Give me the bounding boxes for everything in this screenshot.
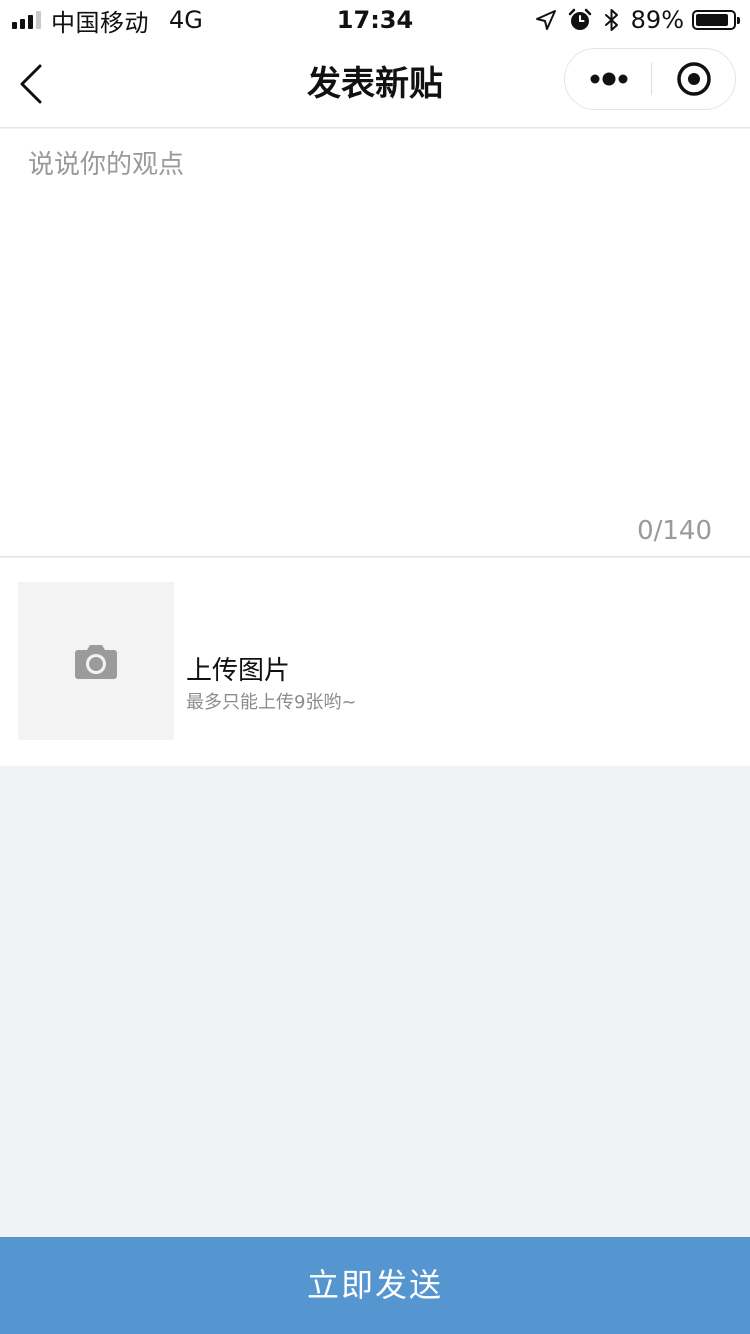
char-counter: 0/140 <box>637 516 712 546</box>
more-dots-icon <box>590 72 628 86</box>
battery-icon <box>692 10 740 30</box>
battery-percent: 89% <box>630 6 684 34</box>
location-arrow-icon <box>535 10 556 30</box>
status-bar: 中国移动 4G 17:34 89% <box>0 0 750 40</box>
camera-icon <box>75 645 117 679</box>
nav-bar: 发表新贴 <box>0 40 750 128</box>
battery-fill <box>696 14 728 26</box>
upload-title: 上传图片 <box>186 656 291 686</box>
target-close-icon <box>677 62 711 96</box>
image-upload-section: 上传图片 最多只能上传9张哟~ <box>0 558 750 766</box>
close-button[interactable] <box>652 49 736 109</box>
status-right: 89% <box>535 6 740 34</box>
more-button[interactable] <box>565 49 651 109</box>
post-content-input[interactable] <box>28 145 722 505</box>
submit-button[interactable]: 立即发送 <box>0 1237 750 1334</box>
upload-image-button[interactable] <box>18 582 174 740</box>
mini-program-capsule <box>564 48 736 110</box>
bluetooth-icon <box>604 9 618 31</box>
upload-hint: 最多只能上传9张哟~ <box>186 692 357 713</box>
alarm-icon <box>568 8 591 30</box>
post-editor: 0/140 <box>0 129 750 557</box>
